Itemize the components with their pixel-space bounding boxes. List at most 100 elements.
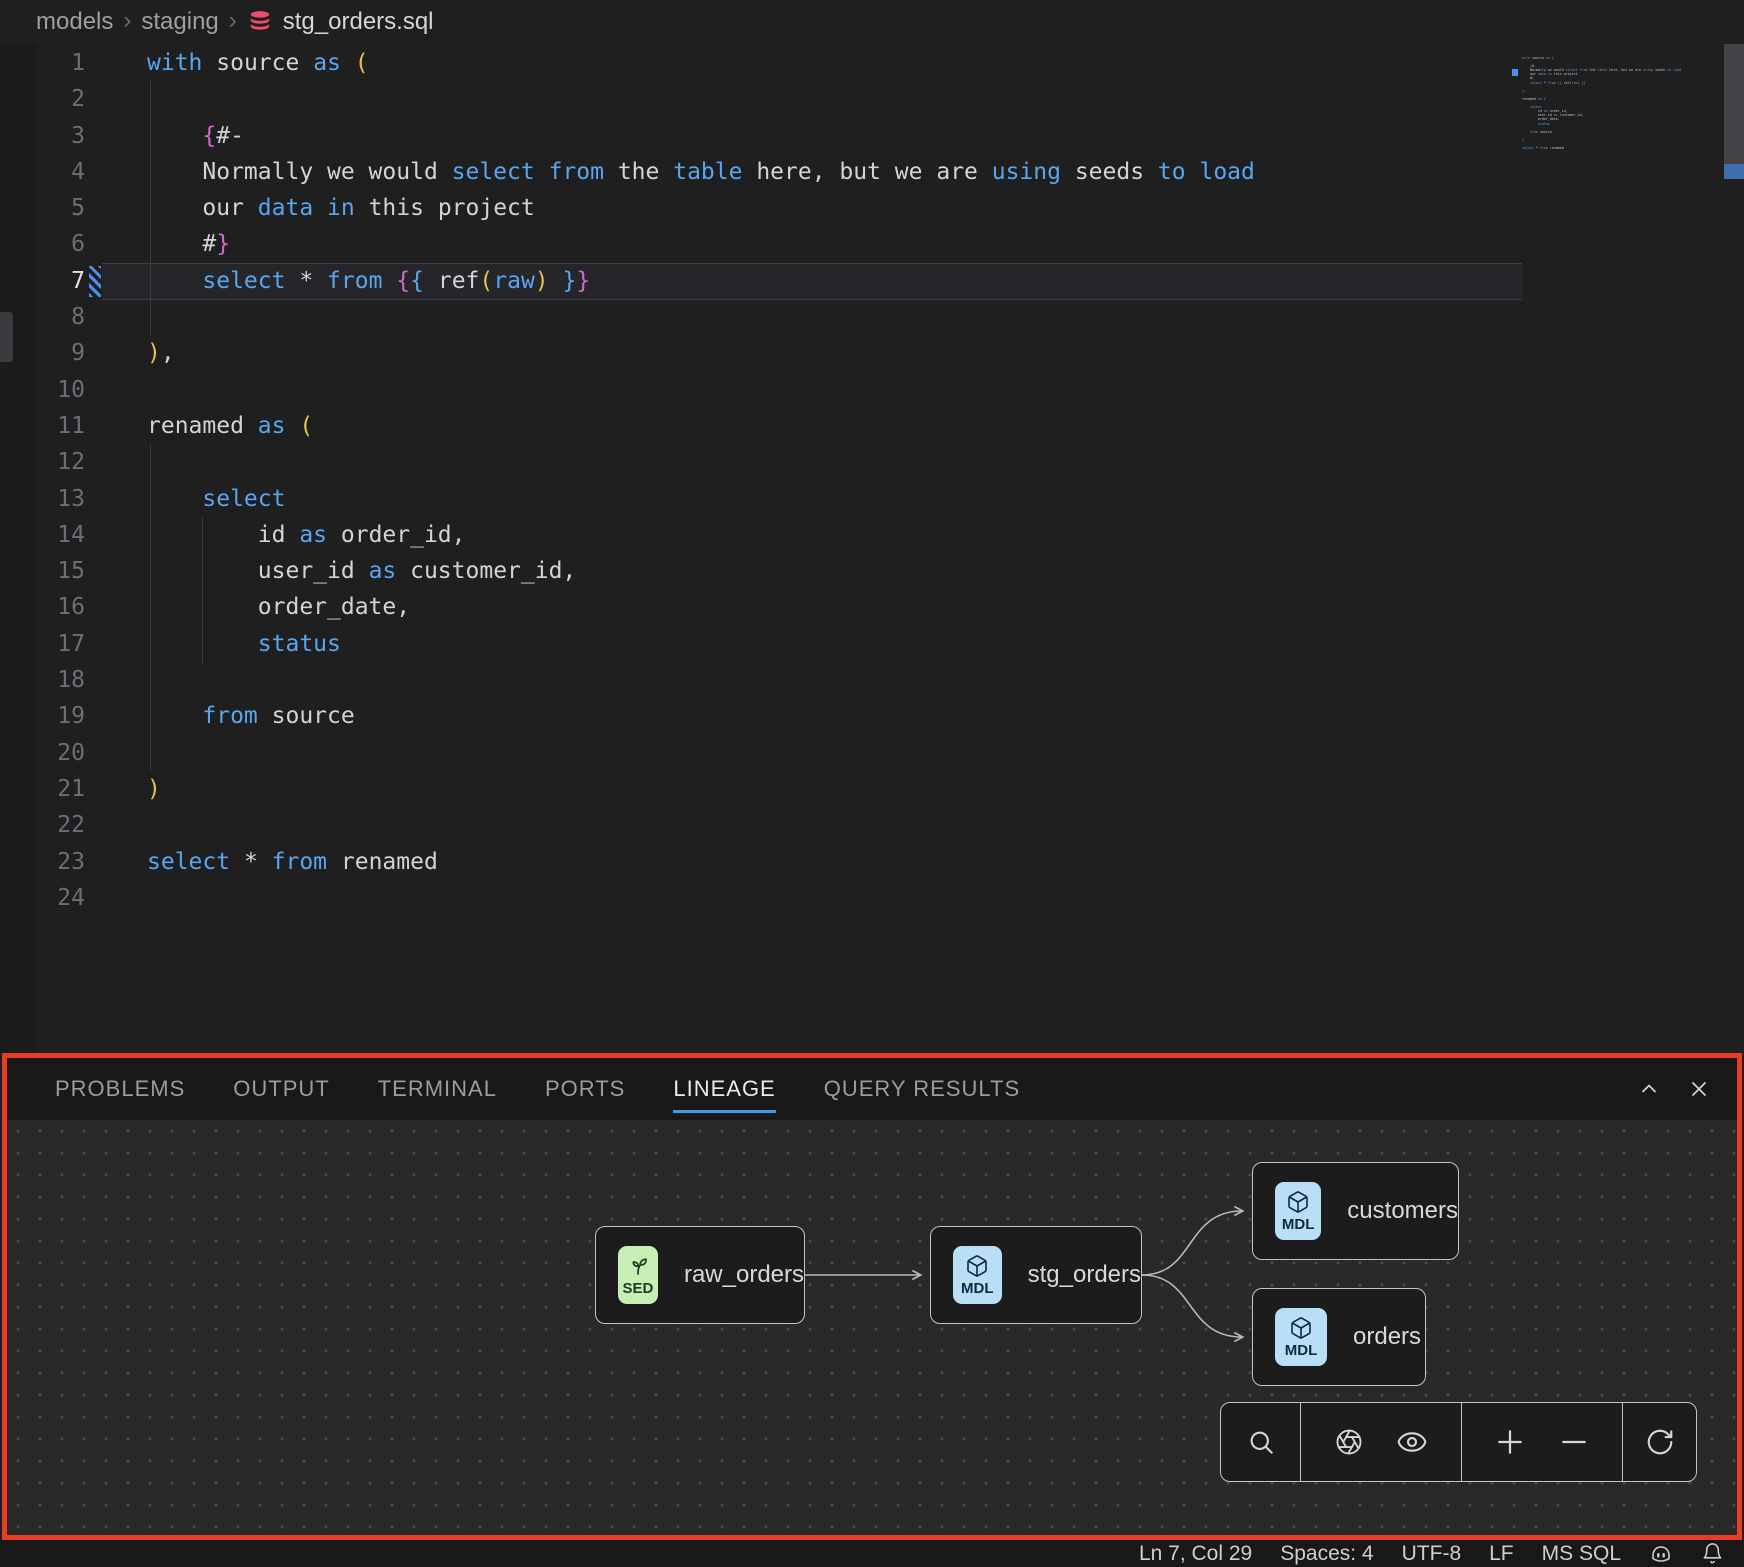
search-icon: [1246, 1427, 1276, 1457]
code-line: #}: [147, 226, 1255, 262]
close-panel-button[interactable]: [1687, 1077, 1711, 1101]
lineage-node-raw_orders[interactable]: SED raw_orders: [595, 1226, 805, 1324]
node-label: stg_orders: [1028, 1261, 1141, 1289]
code-line: Normally we would select from the table …: [147, 154, 1255, 190]
cursor-position[interactable]: Ln 7, Col 29: [1139, 1542, 1252, 1566]
tab-label: PROBLEMS: [55, 1076, 185, 1102]
vscode-window: models › staging › stg_orders.sql 123456…: [0, 0, 1744, 1567]
code-line: select * from {{ ref(raw) }}: [147, 263, 1255, 299]
code-line: [147, 662, 1255, 698]
badge-label: MDL: [1282, 1216, 1315, 1233]
encoding-setting[interactable]: UTF-8: [1402, 1542, 1462, 1566]
line-number: 4: [0, 154, 85, 190]
lineage-node-stg_orders[interactable]: MDL stg_orders: [930, 1226, 1142, 1324]
lineage-canvas[interactable]: SED raw_orders MDL stg_orders: [7, 1120, 1737, 1535]
tab-terminal[interactable]: TERMINAL: [378, 1058, 497, 1120]
active-tab-underline: [673, 1110, 775, 1113]
tab-ports[interactable]: PORTS: [545, 1058, 625, 1120]
line-number: 7: [0, 263, 85, 299]
breadcrumb-item-models[interactable]: models: [36, 8, 113, 36]
model-badge: MDL: [1275, 1308, 1327, 1366]
copilot-button[interactable]: [1649, 1542, 1673, 1566]
node-label: customers: [1347, 1197, 1458, 1225]
breadcrumb-item-staging[interactable]: staging: [141, 8, 218, 36]
model-badge: MDL: [1275, 1182, 1321, 1240]
cube-icon: [965, 1254, 989, 1278]
tab-query-results[interactable]: QUERY RESULTS: [824, 1058, 1020, 1120]
tab-label: LINEAGE: [673, 1076, 775, 1102]
line-number: 1: [0, 45, 85, 81]
panel-tab-bar: PROBLEMS OUTPUT TERMINAL PORTS LINEAGE QUERY …: [7, 1058, 1737, 1120]
close-icon: [1687, 1077, 1711, 1101]
snapshot-button[interactable]: [1334, 1427, 1364, 1457]
eol-setting[interactable]: LF: [1489, 1542, 1514, 1566]
node-label: raw_orders: [684, 1261, 804, 1289]
lineage-toolbar: [1220, 1402, 1697, 1482]
seedling-icon: [626, 1254, 650, 1278]
code-line: with source as (: [147, 45, 1255, 81]
status-bar: Ln 7, Col 29 Spaces: 4 UTF-8 LF MS SQL: [0, 1540, 1744, 1567]
overview-ruler-modified-marker: [1724, 164, 1744, 179]
collapse-panel-button[interactable]: [1637, 1077, 1661, 1101]
line-number: 11: [0, 408, 85, 444]
code-line: order_date,: [147, 589, 1255, 625]
seed-badge: SED: [618, 1246, 658, 1304]
code-line: [147, 81, 1255, 117]
plus-icon: [1494, 1426, 1526, 1458]
line-number: 21: [0, 771, 85, 807]
cube-icon: [1286, 1190, 1310, 1214]
tab-problems[interactable]: PROBLEMS: [55, 1058, 185, 1120]
line-number: 17: [0, 626, 85, 662]
code-line: our data in this project: [147, 190, 1255, 226]
language-mode[interactable]: MS SQL: [1542, 1542, 1621, 1566]
bell-icon: [1701, 1542, 1724, 1565]
refresh-icon: [1645, 1427, 1675, 1457]
code-content[interactable]: with source as ( {#- Normally we would s…: [147, 45, 1255, 916]
bottom-panel: PROBLEMS OUTPUT TERMINAL PORTS LINEAGE QUERY …: [2, 1053, 1742, 1540]
code-line: [147, 735, 1255, 771]
line-number: 15: [0, 553, 85, 589]
line-number: 24: [0, 880, 85, 916]
line-number: 19: [0, 698, 85, 734]
line-number: 10: [0, 372, 85, 408]
code-line: select * from renamed: [147, 844, 1255, 880]
line-number: 18: [0, 662, 85, 698]
code-line: ),: [147, 335, 1255, 371]
code-line: ): [147, 771, 1255, 807]
code-line: user_id as customer_id,: [147, 553, 1255, 589]
line-number: 8: [0, 299, 85, 335]
badge-label: MDL: [961, 1280, 994, 1297]
node-label: orders: [1353, 1323, 1421, 1351]
minus-icon: [1558, 1426, 1590, 1458]
database-icon: [247, 9, 273, 35]
scrollbar-thumb[interactable]: [1724, 44, 1744, 164]
zoom-out-button[interactable]: [1558, 1426, 1590, 1458]
code-line: [147, 880, 1255, 916]
line-number: 16: [0, 589, 85, 625]
cube-icon: [1289, 1316, 1313, 1340]
line-number: 22: [0, 807, 85, 843]
line-number: 20: [0, 735, 85, 771]
notifications-button[interactable]: [1701, 1542, 1724, 1565]
minimap-line: [1522, 150, 1722, 154]
visibility-button[interactable]: [1396, 1426, 1428, 1458]
code-line: {#-: [147, 118, 1255, 154]
indentation-setting[interactable]: Spaces: 4: [1280, 1542, 1373, 1566]
tab-output[interactable]: OUTPUT: [233, 1058, 329, 1120]
breadcrumb: models › staging › stg_orders.sql: [0, 0, 1744, 44]
tab-lineage[interactable]: LINEAGE: [673, 1058, 775, 1120]
breadcrumb-file[interactable]: stg_orders.sql: [283, 8, 434, 36]
aperture-icon: [1334, 1427, 1364, 1457]
search-button[interactable]: [1246, 1427, 1276, 1457]
code-line: [147, 807, 1255, 843]
line-number: 9: [0, 335, 85, 371]
line-numbers: 123456789101112131415161718192021222324: [0, 45, 85, 916]
zoom-in-button[interactable]: [1494, 1426, 1526, 1458]
code-line: status: [147, 626, 1255, 662]
refresh-button[interactable]: [1645, 1427, 1675, 1457]
lineage-node-customers[interactable]: MDL customers: [1252, 1162, 1459, 1260]
line-number: 6: [0, 226, 85, 262]
lineage-node-orders[interactable]: MDL orders: [1252, 1288, 1426, 1386]
minimap[interactable]: with source as ( {#- Normally we would s…: [1522, 56, 1722, 154]
code-editor[interactable]: 123456789101112131415161718192021222324 …: [0, 44, 1744, 1053]
